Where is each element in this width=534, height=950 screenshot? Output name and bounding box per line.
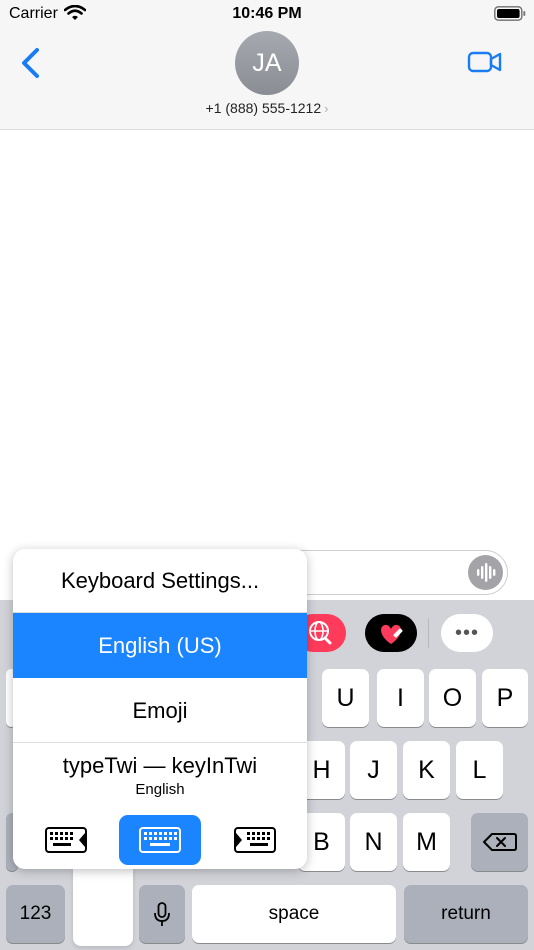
key-i[interactable]: I bbox=[377, 669, 424, 727]
contact-avatar[interactable]: JA bbox=[235, 31, 299, 95]
keyboard-left-icon bbox=[45, 827, 87, 853]
waveform-icon[interactable] bbox=[468, 555, 503, 590]
contact-name-row[interactable]: +1 (888) 555-1212 › bbox=[0, 100, 534, 116]
key-u[interactable]: U bbox=[322, 669, 369, 727]
typetwi-sublabel: English bbox=[135, 781, 185, 798]
keyboard-right-mode[interactable] bbox=[227, 815, 283, 865]
return-key[interactable]: return bbox=[404, 885, 528, 943]
chevron-left-icon[interactable] bbox=[18, 46, 44, 80]
typetwi-keyboard-option[interactable]: typeTwi — keyInTwi English bbox=[13, 743, 307, 811]
video-camera-icon[interactable] bbox=[467, 48, 503, 76]
keyboard-settings-option[interactable]: Keyboard Settings... bbox=[13, 549, 307, 613]
key-j[interactable]: J bbox=[350, 741, 397, 799]
delete-key[interactable] bbox=[471, 813, 528, 871]
keyboard-full-icon bbox=[139, 827, 181, 853]
heart-sticker-app-icon[interactable] bbox=[365, 614, 417, 652]
input-switcher-menu: Keyboard Settings... English (US) Emoji … bbox=[13, 549, 307, 869]
status-bar: Carrier 10:46 PM bbox=[0, 0, 534, 28]
status-time: 10:46 PM bbox=[232, 5, 302, 22]
delete-backward-icon bbox=[483, 833, 517, 851]
keyboard-full-mode[interactable] bbox=[119, 815, 201, 865]
battery-icon bbox=[494, 6, 526, 21]
mic-key[interactable] bbox=[139, 885, 185, 943]
key-n[interactable]: N bbox=[350, 813, 397, 871]
numbers-key[interactable]: 123 bbox=[6, 885, 65, 943]
key-o[interactable]: O bbox=[429, 669, 476, 727]
keyboard-left-mode[interactable] bbox=[41, 815, 97, 865]
microphone-icon bbox=[154, 902, 170, 926]
key-k[interactable]: K bbox=[403, 741, 450, 799]
emoji-option[interactable]: Emoji bbox=[13, 678, 307, 743]
key-l[interactable]: L bbox=[456, 741, 503, 799]
chevron-right-icon: › bbox=[324, 101, 329, 116]
keyboard-right-icon bbox=[234, 827, 276, 853]
more-apps-icon[interactable]: ••• bbox=[441, 614, 493, 652]
globe-key-highlight[interactable] bbox=[73, 868, 133, 946]
key-m[interactable]: M bbox=[403, 813, 450, 871]
typetwi-label: typeTwi — keyInTwi bbox=[62, 753, 258, 778]
contact-phone-number: +1 (888) 555-1212 bbox=[205, 100, 322, 116]
english-us-option[interactable]: English (US) bbox=[13, 613, 307, 678]
app-strip-separator bbox=[428, 618, 429, 648]
key-p[interactable]: P bbox=[482, 669, 528, 727]
space-key[interactable]: space bbox=[192, 885, 396, 943]
